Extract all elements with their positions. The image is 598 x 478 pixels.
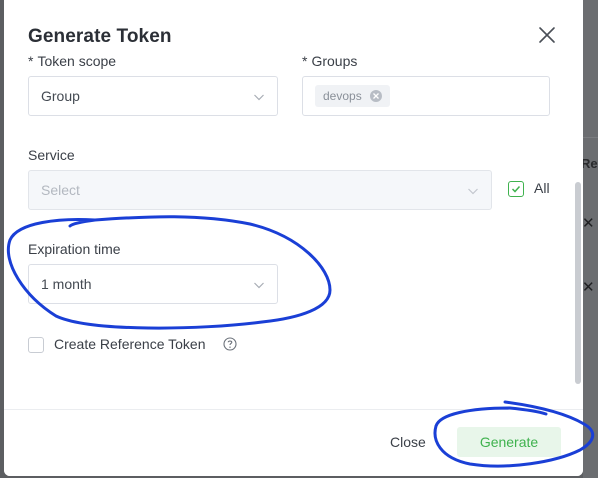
generate-button[interactable]: Generate: [457, 427, 561, 457]
tag-remove-icon[interactable]: [369, 90, 382, 102]
chevron-down-icon: [254, 94, 264, 101]
background-delete-icon: ✕: [582, 279, 595, 296]
expiration-select[interactable]: 1 month: [28, 264, 278, 304]
service-label: Service: [28, 147, 75, 163]
question-circle-icon[interactable]: [223, 337, 237, 351]
token-scope-label-text: Token scope: [37, 53, 117, 69]
service-select[interactable]: Select: [28, 170, 492, 210]
reference-token-checkbox[interactable]: [28, 337, 44, 353]
screen: Re ✕ ✕ Generate Token * Token scope Group…: [0, 0, 598, 478]
checkmark-icon: [511, 185, 521, 193]
background-delete-icon: ✕: [582, 215, 595, 232]
groups-multiselect[interactable]: devops: [302, 76, 550, 116]
background-divider: [583, 137, 598, 138]
all-checkbox-label: All: [534, 180, 550, 196]
background-column-header: Re: [581, 156, 598, 171]
required-mark: *: [28, 53, 34, 69]
close-button[interactable]: Close: [380, 428, 436, 456]
background-page: [583, 0, 598, 478]
token-scope-label: * Token scope: [28, 53, 116, 69]
scrollbar[interactable]: [575, 182, 581, 384]
generate-token-dialog: Generate Token * Token scope Group * Group…: [4, 0, 583, 476]
dialog-title: Generate Token: [28, 26, 172, 47]
token-scope-select[interactable]: Group: [28, 76, 278, 116]
reference-token-label: Create Reference Token: [54, 336, 206, 352]
groups-label-text: Groups: [311, 53, 358, 69]
chevron-down-icon: [254, 282, 264, 289]
expiration-value: 1 month: [41, 276, 92, 292]
token-scope-value: Group: [41, 88, 80, 104]
group-tag: devops: [315, 85, 390, 107]
all-checkbox[interactable]: [508, 181, 524, 197]
group-tag-label: devops: [323, 89, 362, 103]
chevron-down-icon: [468, 188, 478, 195]
groups-label: * Groups: [302, 53, 357, 69]
service-placeholder: Select: [41, 182, 80, 198]
required-mark: *: [302, 53, 308, 69]
expiration-label: Expiration time: [28, 241, 121, 257]
footer-divider: [4, 409, 583, 410]
close-icon[interactable]: [536, 24, 558, 46]
